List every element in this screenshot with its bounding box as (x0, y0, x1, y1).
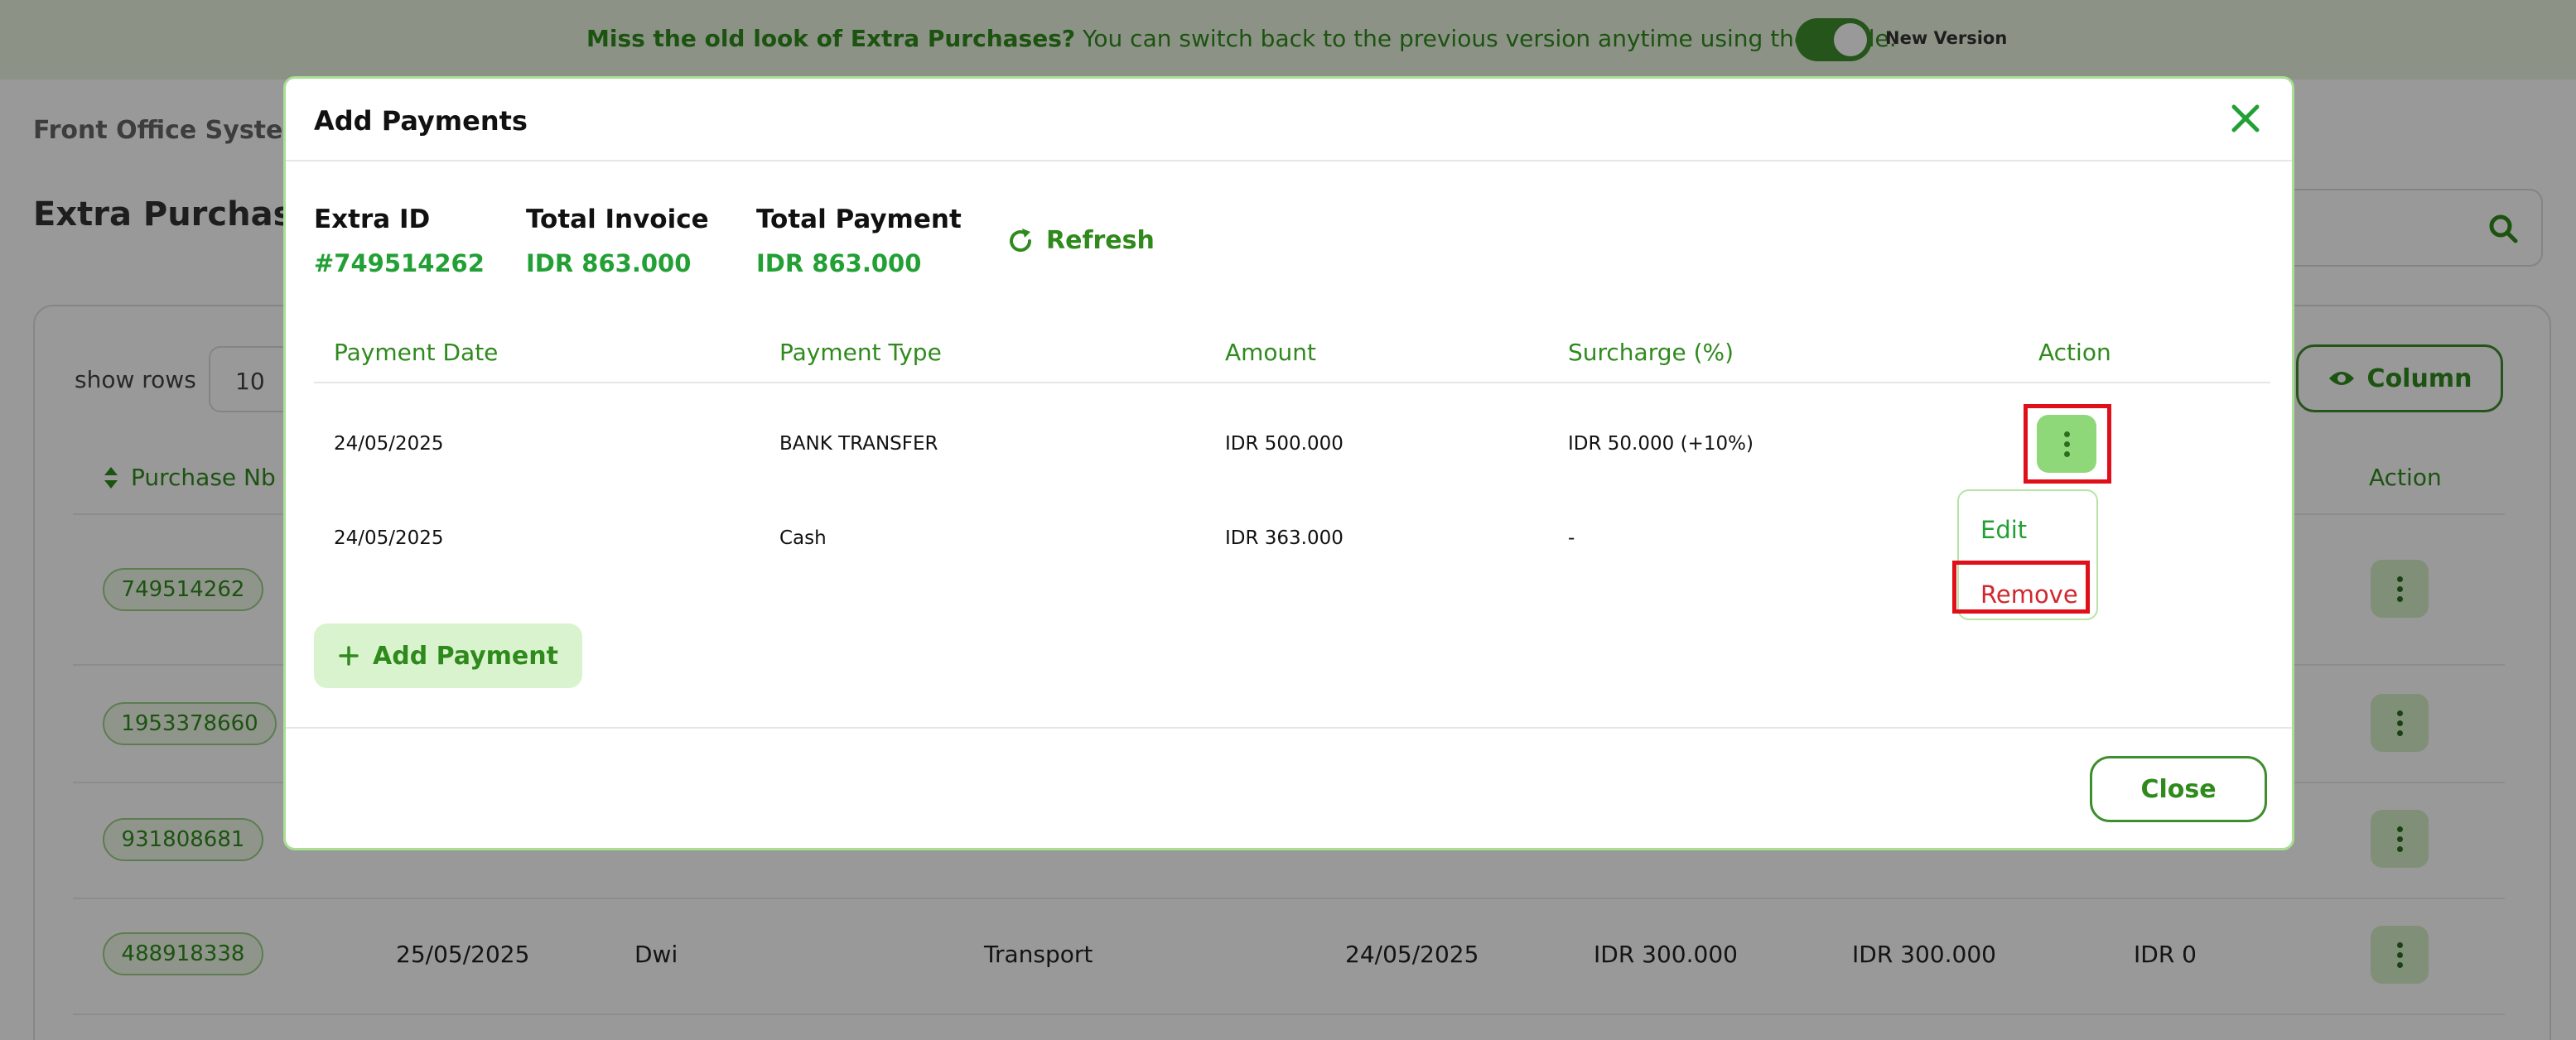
total-invoice-label: Total Invoice (526, 205, 709, 234)
plus-icon (339, 646, 359, 666)
payment-surcharge: - (1568, 527, 1575, 549)
add-payments-modal: Add Payments Extra ID #749514262 Total I… (283, 76, 2294, 850)
col-amount: Amount (1225, 339, 1317, 366)
menu-item-remove[interactable]: Remove (1980, 580, 2078, 609)
col-action: Action (2038, 339, 2111, 366)
col-surcharge: Surcharge (%) (1568, 339, 1734, 366)
col-payment-type: Payment Type (779, 339, 942, 366)
menu-item-edit[interactable]: Edit (1980, 516, 2027, 544)
modal-footer-divider (286, 727, 2292, 729)
extra-id-label: Extra ID (314, 205, 431, 234)
total-invoice-value: IDR 863.000 (526, 249, 692, 277)
payment-date: 24/05/2025 (334, 527, 444, 549)
modal-header: Add Payments (286, 79, 2292, 161)
col-payment-date: Payment Date (334, 339, 499, 366)
close-icon[interactable] (2229, 102, 2262, 135)
payment-type: BANK TRANSFER (779, 433, 938, 455)
kebab-icon (2063, 431, 2070, 457)
add-payment-label: Add Payment (373, 641, 558, 671)
close-button[interactable]: Close (2090, 756, 2267, 822)
payment-type: Cash (779, 527, 827, 549)
payment-amount: IDR 363.000 (1225, 527, 1343, 549)
action-dropdown-menu: Edit Remove (1957, 489, 2098, 620)
total-payment-label: Total Payment (756, 205, 962, 234)
payment-date: 24/05/2025 (334, 433, 444, 455)
table-header-divider (314, 382, 2270, 383)
modal-title: Add Payments (314, 105, 528, 137)
payment-action-button[interactable] (2037, 415, 2096, 473)
refresh-icon (1010, 228, 1032, 252)
extra-id-value: #749514262 (314, 249, 485, 277)
payment-amount: IDR 500.000 (1225, 433, 1343, 455)
add-payment-button[interactable]: Add Payment (314, 624, 582, 688)
payment-surcharge: IDR 50.000 (+10%) (1568, 433, 1754, 455)
total-payment-value: IDR 863.000 (756, 249, 922, 277)
refresh-label: Refresh (1046, 226, 1155, 255)
refresh-button[interactable]: Refresh (1006, 226, 1155, 255)
